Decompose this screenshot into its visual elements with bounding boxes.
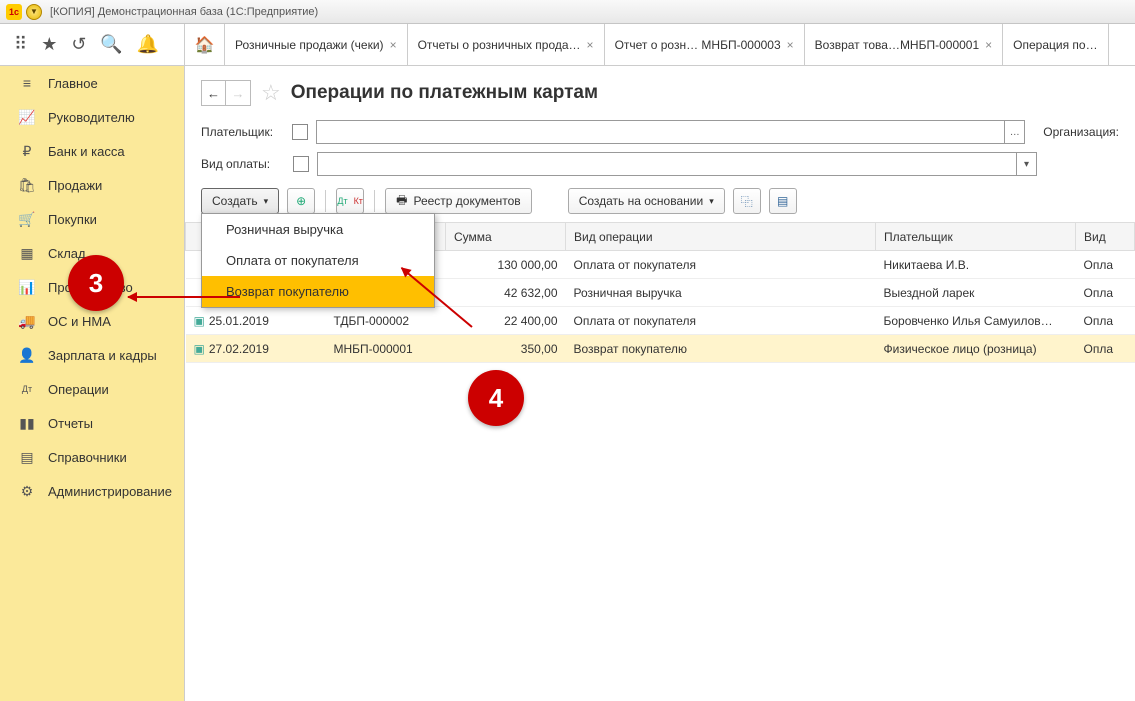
col-payer[interactable]: Плательщик [876,223,1076,251]
filter-payer-input[interactable]: … [316,120,1026,144]
ruble-icon: ₽ [18,143,36,160]
forward-button: → [226,81,250,105]
sidebar-item-catalogs[interactable]: ▤Справочники [0,440,184,474]
filter-payer-label: Плательщик: [201,125,284,139]
home-tab[interactable]: 🏠 [185,24,225,65]
sidebar-item-operations[interactable]: ДтОперации [0,372,184,406]
filter-paytype-checkbox[interactable] [293,156,309,172]
bars-icon: 📊 [18,279,36,296]
sidebar-item-main[interactable]: ≡Главное [0,66,184,100]
chart-icon: 📈 [18,109,36,126]
window-dropdown-icon[interactable]: ▼ [26,4,42,20]
filters-area: Плательщик: … Организация: Вид оплаты: ▾ [185,116,1135,180]
toolbar-left-buttons: ⠿ ★ ↺ 🔍 🔔 [0,24,185,65]
registry-button[interactable]: 🖶 Реестр документов [385,188,532,214]
main-toolbar: ⠿ ★ ↺ 🔍 🔔 🏠 Розничные продажи (чеки)× От… [0,24,1135,66]
tab-0[interactable]: Розничные продажи (чеки)× [225,24,408,65]
structure-button[interactable]: ⿻ [733,188,761,214]
create-button[interactable]: Создать▾ [201,188,279,214]
window-titlebar: 1c ▼ [КОПИЯ] Демонстрационная база (1С:П… [0,0,1135,24]
history-icon[interactable]: ↺ [71,34,86,55]
tab-3[interactable]: Возврат това…МНБП-000001× [805,24,1004,65]
table-row[interactable]: ▣25.01.2019 ТДБП-000002 22 400,00 Оплата… [186,307,1135,335]
menu-icon: ≡ [18,75,36,91]
back-button[interactable]: ← [202,81,226,105]
tab-1[interactable]: Отчеты о розничных прода…× [408,24,605,65]
window-title: [КОПИЯ] Демонстрационная база (1С:Предпр… [50,6,318,18]
tab-2[interactable]: Отчет о розн… МНБП-000003× [605,24,805,65]
ellipsis-icon[interactable]: … [1004,121,1024,143]
bag-icon: 🛍 [18,177,36,194]
chevron-down-icon[interactable]: ▾ [1016,153,1036,175]
col-paytype[interactable]: Вид [1076,223,1135,251]
tabs-area: 🏠 Розничные продажи (чеки)× Отчеты о роз… [185,24,1135,65]
filter-org-label: Организация: [1043,125,1119,139]
annotation-badge-3: 3 [68,255,124,311]
dd-item-return[interactable]: Возврат покупателю [202,276,434,307]
star-icon[interactable]: ☆ [261,80,281,106]
truck-icon: 🚚 [18,313,36,330]
report-icon: ▮▮ [18,415,36,432]
copy-button[interactable]: ⊕ [287,188,315,214]
table-row[interactable]: ▣27.02.2019 МНБП-000001 350,00 Возврат п… [186,335,1135,363]
sidebar-item-manager[interactable]: 📈Руководителю [0,100,184,134]
create-dropdown: Розничная выручка Оплата от покупателя В… [201,213,435,308]
annotation-arrow-3 [128,296,240,298]
sidebar-item-bank[interactable]: ₽Банк и касса [0,134,184,168]
content-header: ← → ☆ Операции по платежным картам [185,66,1135,116]
filter-paytype-input[interactable]: ▾ [317,152,1037,176]
app-icon-1c: 1c [6,4,22,20]
col-sum[interactable]: Сумма [446,223,566,251]
sidebar: ≡Главное 📈Руководителю ₽Банк и касса 🛍Пр… [0,66,185,701]
sidebar-item-sales[interactable]: 🛍Продажи [0,168,184,202]
doc-icon: ▣ [194,342,205,356]
sidebar-item-reports[interactable]: ▮▮Отчеты [0,406,184,440]
sidebar-item-salary[interactable]: 👤Зарплата и кадры [0,338,184,372]
annotation-badge-4: 4 [468,370,524,426]
action-bar: Создать▾ ⊕ ДтКт 🖶 Реестр документов Созд… [185,180,1135,222]
close-icon[interactable]: × [587,38,594,52]
filter-paytype-label: Вид оплаты: [201,157,285,171]
list-button[interactable]: ▤ [769,188,797,214]
close-icon[interactable]: × [985,38,992,52]
gear-icon: ⚙ [18,483,36,500]
create-based-button[interactable]: Создать на основании ▾ [568,188,725,214]
apps-icon[interactable]: ⠿ [14,34,27,55]
search-icon[interactable]: 🔍 [100,34,122,55]
favorite-icon[interactable]: ★ [41,34,57,55]
content-area: ← → ☆ Операции по платежным картам Плате… [185,66,1135,701]
dd-item-retail[interactable]: Розничная выручка [202,214,434,245]
sidebar-item-admin[interactable]: ⚙Администрирование [0,474,184,508]
books-icon: ▤ [18,449,36,466]
filter-payer-checkbox[interactable] [292,124,308,140]
close-icon[interactable]: × [390,38,397,52]
cart-icon: 🛒 [18,211,36,228]
doc-icon: ▣ [194,314,205,328]
tab-4[interactable]: Операция по… [1003,24,1108,65]
page-title: Операции по платежным картам [291,82,598,104]
bell-icon[interactable]: 🔔 [137,34,159,55]
dtkt-icon: Дт [18,384,36,394]
grid-icon: ▦ [18,245,36,262]
person-icon: 👤 [18,347,36,364]
col-op[interactable]: Вид операции [566,223,876,251]
close-icon[interactable]: × [787,38,794,52]
dtkt-button[interactable]: ДтКт [336,188,364,214]
sidebar-item-purchases[interactable]: 🛒Покупки [0,202,184,236]
